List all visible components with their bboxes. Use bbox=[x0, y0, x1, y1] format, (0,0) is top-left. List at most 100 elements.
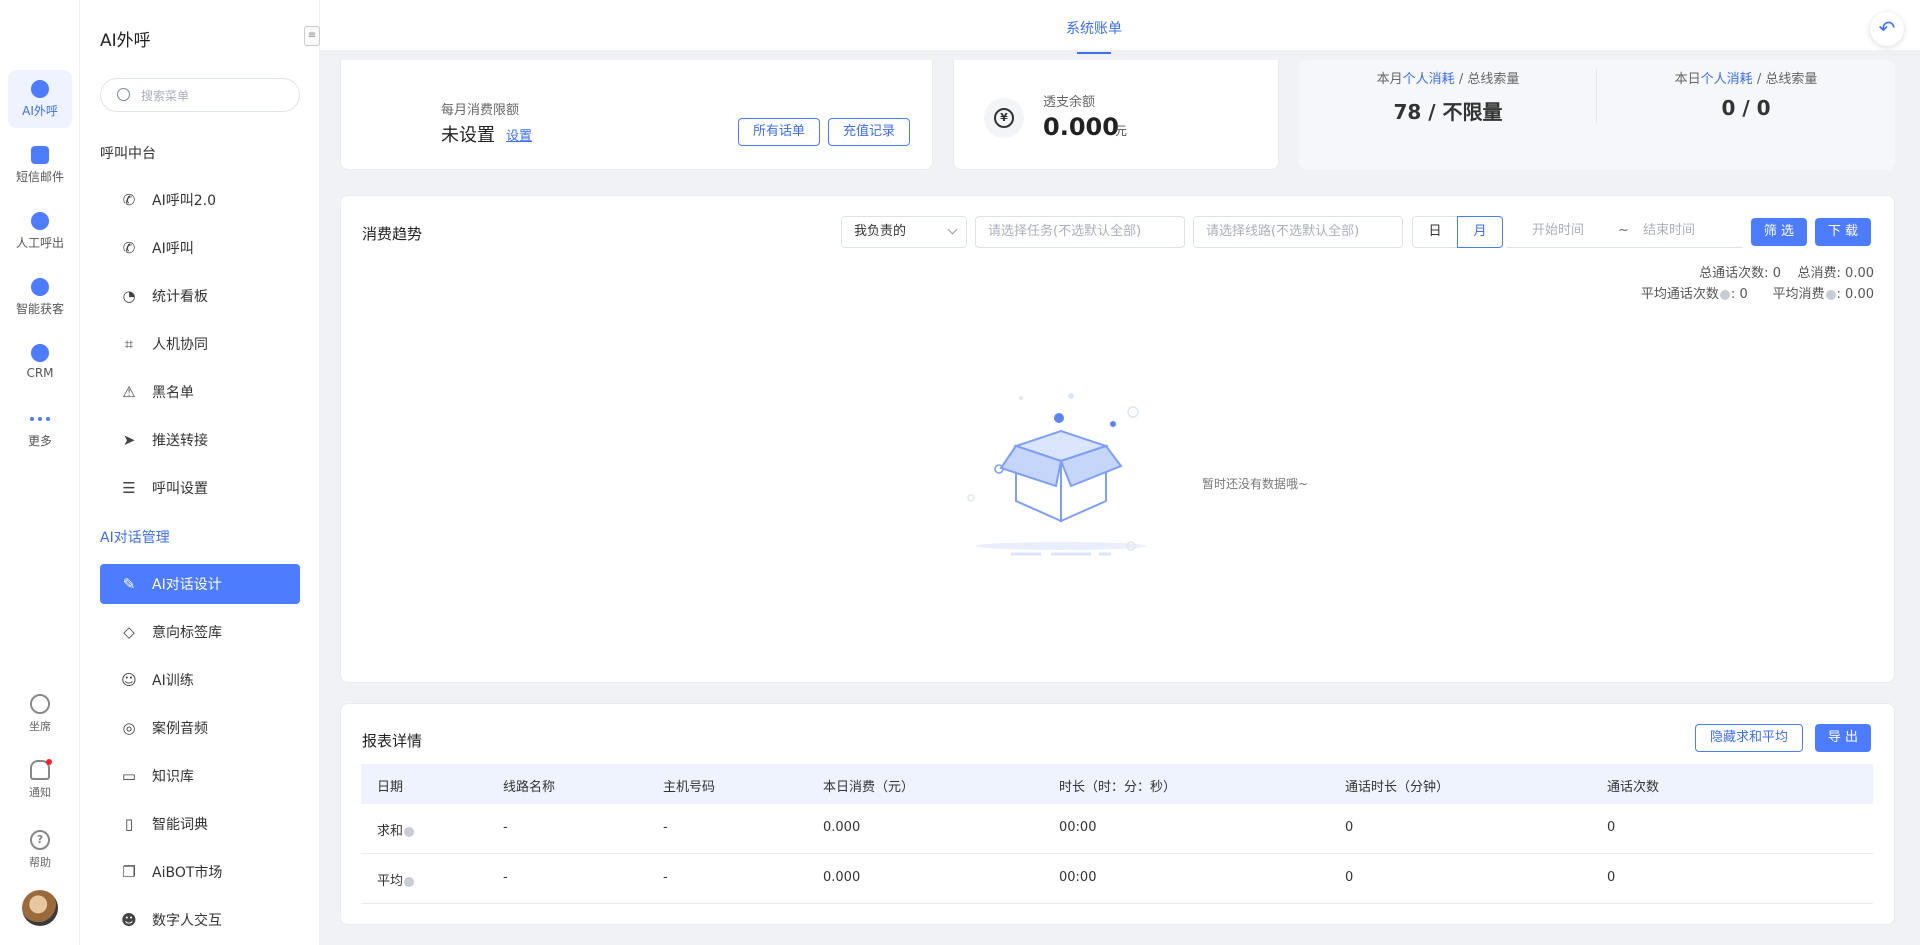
avg-cost-label: 平均消费 bbox=[1772, 287, 1825, 302]
day-usage-value: 0 / 0 bbox=[1721, 96, 1771, 120]
sidebar-item-label: AI训练 bbox=[152, 673, 194, 689]
sidebar-item-ai-call-2[interactable]: ✆ AI呼叫2.0 bbox=[100, 180, 300, 220]
back-arrow-icon: ↶ bbox=[1878, 16, 1896, 40]
sidebar-item-ai-training[interactable]: ☺ AI训练 bbox=[100, 660, 300, 700]
collapse-sidebar-icon[interactable]: ≡ bbox=[304, 26, 320, 46]
recharge-records-button[interactable]: 充值记录 bbox=[828, 118, 910, 146]
sidebar-item-stats-board[interactable]: ◔ 统计看板 bbox=[100, 276, 300, 316]
table-cell: - bbox=[663, 820, 668, 835]
table-cell: 0 bbox=[1345, 870, 1354, 885]
menu-search-input[interactable]: 搜索菜单 bbox=[100, 78, 300, 112]
sidebar-item-push-transfer[interactable]: ➤ 推送转接 bbox=[100, 420, 300, 460]
table-cell: 0 bbox=[1345, 820, 1354, 835]
total-calls-value: 0 bbox=[1772, 266, 1781, 281]
granularity-day[interactable]: 日 bbox=[1412, 216, 1458, 248]
info-icon[interactable] bbox=[404, 876, 415, 887]
robot-icon bbox=[31, 80, 49, 98]
sidebar-item-digital-human[interactable]: ☻ 数字人交互 bbox=[100, 900, 300, 940]
rail-item-lead-gen[interactable]: 智能获客 bbox=[8, 268, 72, 326]
sidebar-item-aibot-market[interactable]: ❐ AiBOT市场 bbox=[100, 852, 300, 892]
download-button[interactable]: 下 载 bbox=[1815, 218, 1871, 246]
sidebar-item-blacklist[interactable]: ⚠ 黑名单 bbox=[100, 372, 300, 412]
month-suffix: / 总线索量 bbox=[1458, 72, 1520, 87]
all-bills-button[interactable]: 所有话单 bbox=[738, 118, 820, 146]
rail-item-crm[interactable]: CRM bbox=[8, 334, 72, 392]
day-usage-label: 本日个人消耗 / 总线索量 bbox=[1597, 68, 1895, 87]
book-icon: ▯ bbox=[124, 815, 134, 833]
sidebar-item-smart-dictionary[interactable]: ▯ 智能词典 bbox=[100, 804, 300, 844]
digital-human-icon: ☻ bbox=[121, 911, 137, 929]
rail-bottom-label: 帮助 bbox=[29, 856, 51, 869]
pie-chart-icon: ◔ bbox=[122, 287, 136, 305]
avatar[interactable] bbox=[22, 890, 58, 926]
set-limit-link[interactable]: 设置 bbox=[506, 125, 532, 144]
sidebar-item-label: 黑名单 bbox=[152, 385, 194, 401]
send-icon: ➤ bbox=[122, 431, 136, 449]
rail-item-manual-call[interactable]: 人工呼出 bbox=[8, 202, 72, 260]
monthly-limit-label: 每月消费限额 bbox=[441, 103, 520, 118]
comments-icon: ❐ bbox=[122, 863, 136, 881]
sidebar-item-intent-tags[interactable]: ◇ 意向标签库 bbox=[100, 612, 300, 652]
info-icon[interactable] bbox=[1719, 289, 1730, 300]
sidebar-item-label: 知识库 bbox=[152, 769, 194, 785]
column-header: 主机号码 bbox=[663, 780, 716, 795]
sidebar-item-label: 呼叫设置 bbox=[152, 481, 208, 497]
sidebar-item-human-machine[interactable]: ⌗ 人机协同 bbox=[100, 324, 300, 364]
scan-face-icon: ⌗ bbox=[124, 335, 134, 353]
row-label: 求和 bbox=[377, 824, 404, 839]
month-usage-value: 78 / 不限量 bbox=[1393, 100, 1503, 124]
line-select[interactable]: 请选择线路(不选默认全部) bbox=[1193, 216, 1403, 248]
start-date-placeholder: 开始时间 bbox=[1532, 223, 1585, 238]
yen-icon: ¥ bbox=[984, 98, 1024, 138]
task-select[interactable]: 请选择任务(不选默认全部) bbox=[975, 216, 1185, 248]
unread-dot bbox=[46, 759, 52, 765]
tab-bar: 系统账单 ↶ bbox=[320, 0, 1920, 56]
owner-select[interactable]: 我负责的 bbox=[841, 216, 967, 248]
rail-help[interactable]: ? 帮助 bbox=[8, 830, 72, 870]
more-icon bbox=[28, 410, 52, 428]
info-icon[interactable] bbox=[404, 826, 415, 837]
hide-sum-avg-button[interactable]: 隐藏求和平均 bbox=[1695, 724, 1803, 752]
voicemail-icon: ◎ bbox=[122, 719, 136, 737]
sidebar-menu: AI外呼 ≡ 搜索菜单 呼叫中台 ✆ AI呼叫2.0 ✆ AI呼叫 ◔ 统计看板… bbox=[80, 0, 320, 945]
export-button[interactable]: 导 出 bbox=[1815, 724, 1871, 752]
sidebar-item-label: AI呼叫 bbox=[152, 241, 194, 257]
sidebar-item-ai-call[interactable]: ✆ AI呼叫 bbox=[100, 228, 300, 268]
rail-seat[interactable]: 坐席 bbox=[8, 694, 72, 734]
message-icon bbox=[31, 146, 49, 164]
overdraft-balance-card: ¥ 透支余额 0.000 元 bbox=[953, 60, 1279, 170]
sidebar-item-label: AI对话设计 bbox=[152, 577, 222, 593]
column-header: 通话次数 bbox=[1607, 780, 1660, 795]
rail-item-sms-mail[interactable]: 短信邮件 bbox=[8, 136, 72, 194]
back-button[interactable]: ↶ bbox=[1870, 12, 1904, 46]
monthly-limit-value: 未设置 bbox=[441, 125, 495, 146]
rail-item-label: 智能获客 bbox=[15, 302, 64, 316]
table-cell: 00:00 bbox=[1059, 820, 1097, 835]
overdraft-unit: 元 bbox=[1115, 124, 1128, 138]
sidebar-item-dialog-design[interactable]: ✎ AI对话设计 bbox=[100, 564, 300, 604]
tab-system-bill[interactable]: 系统账单 bbox=[1066, 18, 1122, 38]
rail-bottom-label: 通知 bbox=[29, 786, 51, 799]
granularity-month[interactable]: 月 bbox=[1457, 216, 1503, 248]
rail-item-label: 更多 bbox=[27, 434, 52, 448]
info-icon[interactable] bbox=[1825, 289, 1836, 300]
sidebar-item-label: 意向标签库 bbox=[152, 625, 222, 641]
rail-item-more[interactable]: 更多 bbox=[8, 400, 72, 458]
avg-cost-value: 0.00 bbox=[1845, 287, 1874, 302]
sidebar-item-label: 案例音频 bbox=[152, 721, 208, 737]
sidebar-item-label: AiBOT市场 bbox=[152, 865, 223, 881]
day-prefix: 本日 bbox=[1674, 72, 1701, 87]
end-date-placeholder: 结束时间 bbox=[1643, 223, 1696, 238]
owner-select-value: 我负责的 bbox=[854, 224, 907, 239]
sidebar-item-case-audio[interactable]: ◎ 案例音频 bbox=[100, 708, 300, 748]
sidebar-item-label: AI呼叫2.0 bbox=[152, 193, 216, 209]
trend-title: 消费趋势 bbox=[362, 225, 423, 243]
sidebar-item-knowledge-base[interactable]: ▭ 知识库 bbox=[100, 756, 300, 796]
report-title: 报表详情 bbox=[362, 732, 423, 750]
rail-item-ai-call[interactable]: AI外呼 bbox=[8, 70, 72, 128]
sliders-icon: ☰ bbox=[122, 479, 136, 497]
rail-notify[interactable]: 通知 bbox=[8, 759, 72, 800]
date-range-picker[interactable]: 开始时间 ~ 结束时间 bbox=[1507, 216, 1743, 248]
filter-button[interactable]: 筛 选 bbox=[1751, 218, 1807, 246]
sidebar-item-call-settings[interactable]: ☰ 呼叫设置 bbox=[100, 468, 300, 508]
